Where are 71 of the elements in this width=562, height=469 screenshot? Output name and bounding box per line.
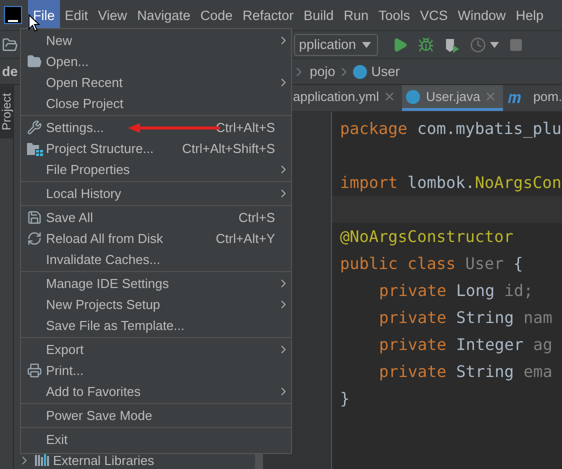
code-line: import lombok.NoArgsCon: [340, 173, 562, 192]
menu-item[interactable]: Exit: [21, 429, 291, 450]
run-configuration-dropdown[interactable]: pplication: [294, 34, 378, 56]
menu-item[interactable]: Open Recent: [21, 72, 291, 93]
menu-bar-item[interactable]: Run: [338, 0, 374, 30]
coverage-icon[interactable]: [444, 36, 460, 52]
menu-bar-item[interactable]: Tools: [373, 0, 415, 30]
menu-bar-item[interactable]: Window: [452, 0, 511, 30]
menu-bar-item[interactable]: Code: [195, 0, 238, 30]
shortcut-label: Ctrl+S: [238, 210, 275, 225]
code-line: package com.mybatis_plu: [340, 119, 562, 138]
menu-bar-item[interactable]: Edit: [60, 0, 94, 30]
code-line: private String nam: [379, 308, 552, 327]
menu-item[interactable]: Reload All from Disk Ctrl+Alt+Y: [21, 228, 291, 249]
library-icon: [35, 454, 49, 466]
editor-tab[interactable]: User.java: [402, 85, 504, 111]
shortcut-label: Ctrl+Alt+Y: [216, 231, 275, 246]
close-icon: [385, 92, 394, 101]
menu-item[interactable]: New Projects Setup: [21, 294, 291, 315]
menu-item[interactable]: Print...: [21, 360, 291, 381]
menu-bar-item[interactable]: Refactor: [238, 0, 299, 30]
menu-item[interactable]: Manage IDE Settings: [21, 273, 291, 294]
menu-item[interactable]: Add to Favorites: [21, 381, 291, 402]
menu-item[interactable]: Export: [21, 339, 291, 360]
menu-item[interactable]: Save All Ctrl+S: [21, 207, 291, 228]
menu-bar-item[interactable]: Build: [298, 0, 339, 30]
code-line: }: [340, 389, 350, 408]
menu-item[interactable]: Open...: [21, 51, 291, 72]
code-line: public class User {: [340, 254, 524, 273]
menu-item[interactable]: Close Project: [21, 93, 291, 114]
caret-icon: [362, 42, 372, 48]
project-tool-tab[interactable]: Project: [0, 85, 13, 138]
menu-item[interactable]: New: [21, 30, 291, 51]
editor-tab[interactable]: pom.: [503, 85, 562, 111]
menu-item[interactable]: Project Structure... Ctrl+Alt+Shift+S: [21, 138, 291, 159]
menu-item[interactable]: Save File as Template...: [21, 315, 291, 336]
menu-bar-item[interactable]: View: [93, 0, 132, 30]
run-icon[interactable]: [392, 36, 408, 52]
caret-icon[interactable]: [490, 42, 500, 48]
tree-item[interactable]: External Libraries: [14, 451, 255, 469]
class-icon: [353, 64, 368, 78]
printer-icon: [27, 363, 42, 378]
menu-bar-item[interactable]: VCS: [414, 0, 453, 30]
shortcut-label: Ctrl+Alt+Shift+S: [182, 141, 275, 156]
breadcrumb-item[interactable]: pojo: [310, 64, 336, 79]
bug-icon[interactable]: [418, 36, 434, 52]
code-line: private Long id;: [379, 281, 534, 300]
menu-item[interactable]: Local History: [21, 183, 291, 204]
code-line: private Integer ag: [379, 335, 552, 354]
code-line: @NoArgsConstructor: [340, 227, 514, 246]
breadcrumb-item[interactable]: User: [371, 64, 400, 79]
shortcut-label: Ctrl+Alt+S: [216, 120, 275, 135]
menu-bar-item[interactable]: Navigate: [132, 0, 196, 30]
close-icon: [486, 92, 496, 101]
folder-icon: [27, 54, 42, 69]
folder-icon[interactable]: [2, 36, 18, 52]
class-icon: [406, 90, 420, 104]
wrench-icon: [27, 120, 42, 135]
editor-tab[interactable]: application.yml: [289, 85, 402, 111]
code-line: private String ema: [379, 362, 552, 381]
refresh-icon: [27, 231, 42, 246]
tree-item-label: External Libraries: [53, 452, 154, 468]
menu-bar-item[interactable]: Help: [510, 0, 549, 30]
folder-grid-icon: [27, 142, 43, 156]
save-icon: [27, 210, 42, 225]
menu-item[interactable]: Invalidate Caches...: [21, 249, 291, 270]
project-name[interactable]: de: [2, 64, 18, 79]
menu-item[interactable]: File Properties: [21, 159, 291, 180]
menu-item[interactable]: Settings... Ctrl+Alt+S: [21, 117, 291, 138]
menu-item[interactable]: Power Save Mode: [21, 405, 291, 426]
app-logo-icon[interactable]: [4, 6, 22, 24]
